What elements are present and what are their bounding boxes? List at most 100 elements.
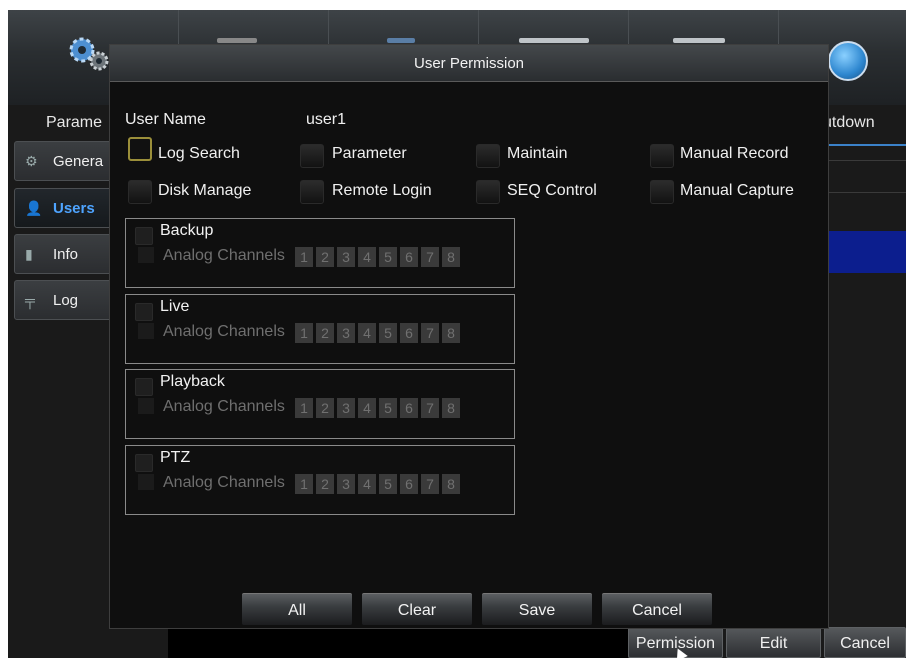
- divider: [826, 144, 906, 146]
- group-title: Backup: [160, 222, 214, 239]
- tab-highlight: [217, 38, 257, 43]
- tab-highlight: [673, 38, 725, 43]
- power-icon[interactable]: [828, 41, 868, 81]
- channel-7[interactable]: 7: [421, 474, 439, 494]
- dialog-title: User Permission: [110, 45, 828, 82]
- analog-channels-checkbox[interactable]: [138, 323, 154, 339]
- ptz-group: PTZ Analog Channels 1 2 3 4 5 6 7 8: [125, 445, 515, 515]
- shutdown-tab-label: utdown: [823, 114, 875, 131]
- analog-channels-label: Analog Channels: [163, 323, 285, 340]
- cancel-dialog-button[interactable]: Cancel: [602, 593, 712, 625]
- parameter-tab-label: Parame: [46, 114, 103, 131]
- user-name-label: User Name: [125, 111, 206, 128]
- channel-8[interactable]: 8: [442, 398, 460, 418]
- backup-checkbox[interactable]: [135, 227, 153, 245]
- channel-6[interactable]: 6: [400, 474, 418, 494]
- manual-record-checkbox[interactable]: [650, 144, 674, 168]
- sidebar-item-label: Genera: [53, 153, 104, 170]
- sidebar-item-label: Users: [53, 200, 95, 217]
- analog-channels-checkbox[interactable]: [138, 398, 154, 414]
- table-row-selected[interactable]: [826, 231, 906, 273]
- tab-highlight: [519, 38, 589, 43]
- channel-2[interactable]: 2: [316, 247, 334, 267]
- seq-control-label: SEQ Control: [507, 182, 597, 199]
- manual-capture-checkbox[interactable]: [650, 180, 674, 204]
- channel-1[interactable]: 1: [295, 398, 313, 418]
- channel-3[interactable]: 3: [337, 323, 355, 343]
- disk-manage-checkbox[interactable]: [128, 180, 152, 204]
- channel-8[interactable]: 8: [442, 247, 460, 267]
- live-group: Live Analog Channels 1 2 3 4 5 6 7 8: [125, 294, 515, 364]
- seq-control-checkbox[interactable]: [476, 180, 500, 204]
- edit-button[interactable]: Edit: [726, 627, 821, 658]
- channel-3[interactable]: 3: [337, 247, 355, 267]
- ptz-checkbox[interactable]: [135, 454, 153, 472]
- log-search-checkbox[interactable]: [128, 137, 152, 161]
- tab-highlight: [387, 38, 415, 43]
- live-checkbox[interactable]: [135, 303, 153, 321]
- analog-channels-checkbox[interactable]: [138, 247, 154, 263]
- channel-3[interactable]: 3: [337, 398, 355, 418]
- channel-4[interactable]: 4: [358, 247, 376, 267]
- log-icon: ╤: [25, 292, 35, 308]
- gear-icon[interactable]: [64, 32, 112, 74]
- channel-1[interactable]: 1: [295, 247, 313, 267]
- channel-4[interactable]: 4: [358, 398, 376, 418]
- channel-7[interactable]: 7: [421, 398, 439, 418]
- cancel-button[interactable]: Cancel: [824, 627, 906, 658]
- group-title: PTZ: [160, 449, 191, 466]
- manual-record-label: Manual Record: [680, 145, 789, 162]
- log-search-label: Log Search: [158, 145, 240, 162]
- channel-6[interactable]: 6: [400, 398, 418, 418]
- channel-4[interactable]: 4: [358, 474, 376, 494]
- save-button[interactable]: Save: [482, 593, 592, 625]
- sidebar-item-general[interactable]: ⚙ Genera: [14, 141, 114, 181]
- table-row[interactable]: [826, 160, 906, 193]
- info-icon: ▮: [25, 246, 33, 262]
- dvr-screen: Parame utdown ⚙ Genera 👤 Users ▮ Info ╤ …: [8, 10, 906, 658]
- channel-2[interactable]: 2: [316, 474, 334, 494]
- sidebar-item-users[interactable]: 👤 Users: [14, 188, 114, 228]
- analog-channels-checkbox[interactable]: [138, 474, 154, 490]
- channel-1[interactable]: 1: [295, 323, 313, 343]
- manual-capture-label: Manual Capture: [680, 182, 794, 199]
- channel-8[interactable]: 8: [442, 323, 460, 343]
- clear-button[interactable]: Clear: [362, 593, 472, 625]
- group-title: Playback: [160, 373, 225, 390]
- channel-5[interactable]: 5: [379, 247, 397, 267]
- channel-4[interactable]: 4: [358, 323, 376, 343]
- channel-7[interactable]: 7: [421, 323, 439, 343]
- channel-8[interactable]: 8: [442, 474, 460, 494]
- analog-channels-label: Analog Channels: [163, 247, 285, 264]
- sidebar-item-label: Log: [53, 292, 79, 309]
- playback-group: Playback Analog Channels 1 2 3 4 5 6 7 8: [125, 369, 515, 439]
- parameter-label: Parameter: [332, 145, 407, 162]
- user-name-value: user1: [306, 111, 347, 128]
- analog-channels-label: Analog Channels: [163, 398, 285, 415]
- disk-manage-label: Disk Manage: [158, 182, 252, 199]
- sidebar-item-info[interactable]: ▮ Info: [14, 234, 114, 274]
- channel-7[interactable]: 7: [421, 247, 439, 267]
- remote-login-label: Remote Login: [332, 182, 432, 199]
- gear-icon: ⚙: [25, 153, 38, 169]
- channel-6[interactable]: 6: [400, 323, 418, 343]
- maintain-label: Maintain: [507, 145, 568, 162]
- maintain-checkbox[interactable]: [476, 144, 500, 168]
- channel-1[interactable]: 1: [295, 474, 313, 494]
- channel-2[interactable]: 2: [316, 323, 334, 343]
- user-permission-dialog: User Permission User Name user1 Log Sear…: [109, 44, 829, 629]
- channel-5[interactable]: 5: [379, 474, 397, 494]
- channel-6[interactable]: 6: [400, 247, 418, 267]
- parameter-checkbox[interactable]: [300, 144, 324, 168]
- group-title: Live: [160, 298, 190, 315]
- all-button[interactable]: All: [242, 593, 352, 625]
- remote-login-checkbox[interactable]: [300, 180, 324, 204]
- backup-group: Backup Analog Channels 1 2 3 4 5 6 7 8: [125, 218, 515, 288]
- playback-checkbox[interactable]: [135, 378, 153, 396]
- user-icon: 👤: [25, 200, 43, 216]
- channel-2[interactable]: 2: [316, 398, 334, 418]
- channel-3[interactable]: 3: [337, 474, 355, 494]
- channel-5[interactable]: 5: [379, 323, 397, 343]
- channel-5[interactable]: 5: [379, 398, 397, 418]
- sidebar-item-log[interactable]: ╤ Log: [14, 280, 114, 320]
